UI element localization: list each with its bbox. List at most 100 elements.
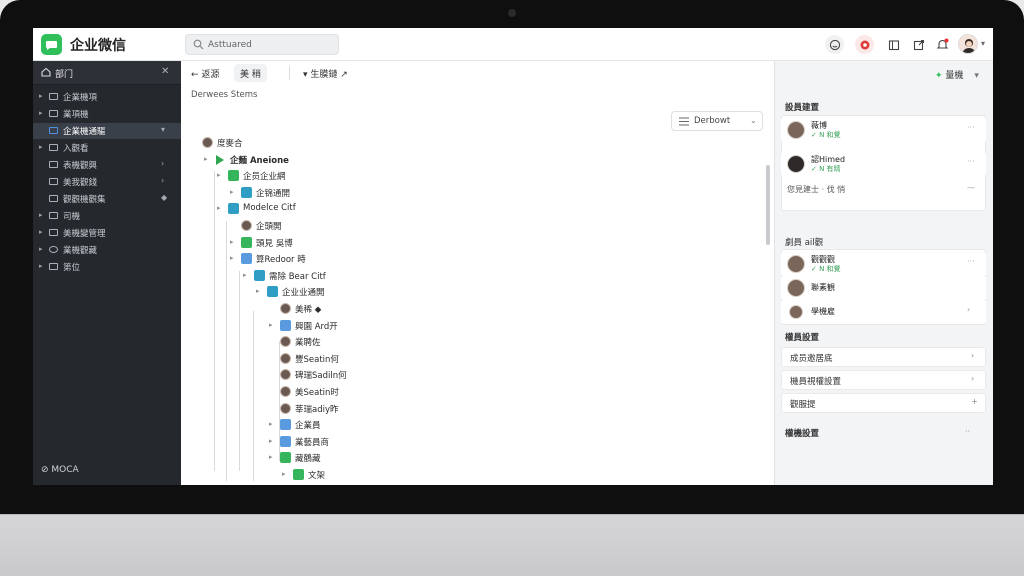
avatar	[280, 336, 291, 348]
sidebar-item[interactable]: ▸ 業機觀藏	[33, 242, 181, 258]
chevron-right-icon: ▸	[39, 92, 43, 100]
sidebar-item[interactable]: 美我觀錢 ›	[33, 174, 181, 190]
tree-node[interactable]: ▸ 藏鶴藏	[269, 450, 569, 466]
collapse-icon[interactable]: —	[967, 183, 975, 192]
tree-node[interactable]: ▸ Modelce Citf	[217, 201, 517, 217]
tree-node[interactable]: ▸ 需除 Bear Citf	[243, 268, 543, 284]
expand-toggle-icon[interactable]: ▸	[217, 204, 225, 212]
tree-node[interactable]: ▸ 文架	[282, 467, 582, 483]
tree-node[interactable]: ▸ 企業員	[269, 417, 569, 433]
close-icon[interactable]: ✕	[161, 66, 169, 77]
chevron-down-icon: ⌄	[750, 116, 757, 125]
search-input[interactable]	[208, 37, 333, 52]
expand-toggle-icon[interactable]: ▸	[256, 287, 264, 295]
tree-node[interactable]: 企頭開	[230, 218, 530, 234]
bell-icon[interactable]	[933, 35, 952, 54]
tree-guide-line	[239, 271, 240, 471]
expand-toggle-icon[interactable]: ▸	[269, 453, 277, 461]
sidebar-item[interactable]: 表機觀興 ›	[33, 157, 181, 173]
expand-toggle-icon[interactable]: ▸	[230, 238, 238, 246]
view-dropdown[interactable]: Derbowt ⌄	[671, 111, 763, 131]
expand-toggle-icon[interactable]: ▸	[217, 171, 225, 179]
avatar	[280, 352, 291, 364]
sidebar-item[interactable]: ▸ 企業機項	[33, 89, 181, 105]
tree-node-label: 度麥合	[217, 139, 243, 149]
section-footer[interactable]: 您見建士 · 伐 悄 —	[781, 181, 986, 197]
tree-node[interactable]: ▸ 算Redoor 時	[230, 251, 530, 267]
calendar-icon[interactable]	[884, 35, 903, 54]
sidebar-item[interactable]: ▸ 入觀看	[33, 140, 181, 156]
more-icon[interactable]: ···	[967, 123, 975, 132]
sidebar-item-active[interactable]: 企業機通驅 ▾	[33, 123, 181, 139]
user-avatar[interactable]	[958, 34, 978, 54]
sidebar-footer[interactable]: ⊘ MOCA	[41, 465, 79, 475]
avatar	[280, 303, 291, 314]
tree-node[interactable]: 美Seatin时	[269, 384, 569, 400]
member-row[interactable]: 觀觀觀 ✓ N 和覺 ···	[781, 253, 986, 275]
expand-toggle-icon[interactable]: ▸	[230, 254, 238, 262]
back-button[interactable]: ← 返源	[185, 64, 225, 82]
folder-icon	[49, 110, 58, 117]
expand-toggle-icon[interactable]: ▸	[282, 470, 290, 478]
chevron-right-icon[interactable]: ›	[967, 305, 970, 314]
sidebar-header: 部门 ✕	[33, 61, 181, 85]
avatar	[280, 402, 291, 414]
main-toolbar: ← 返源 美 稍 ▾ 生膜鏈 ↗	[181, 61, 774, 85]
chevron-right-icon: ▸	[39, 143, 43, 151]
more-icon[interactable]: ···	[967, 157, 975, 166]
view-button[interactable]: 美 稍	[234, 64, 267, 82]
tree-node[interactable]: 豐Seatin何	[269, 351, 569, 367]
more-icon[interactable]: ··	[965, 427, 970, 436]
expand-toggle-icon[interactable]: ▸	[204, 155, 212, 163]
settings-row[interactable]: 機員視權設置 ›	[781, 370, 986, 390]
expand-toggle-icon[interactable]: ▸	[230, 188, 238, 196]
record-icon[interactable]	[855, 35, 874, 54]
tree-node[interactable]: ▸ 興園 Ard开	[269, 318, 569, 334]
expand-toggle-icon[interactable]: ▸	[269, 321, 277, 329]
emoji-icon[interactable]	[825, 35, 844, 54]
sidebar-item[interactable]: ▸ 業項機	[33, 106, 181, 122]
tree-node[interactable]: ▸ 企锦通開	[230, 185, 530, 201]
tree-node[interactable]: 碑瑞Sadiln何	[269, 367, 569, 383]
tree-node[interactable]: 莘瑞adiy昨	[269, 401, 569, 417]
chevron-down-icon[interactable]: ▾	[981, 39, 985, 48]
folder-icon	[241, 253, 252, 265]
sidebar-item[interactable]: ▸ 司機	[33, 208, 181, 224]
folder-icon	[49, 178, 58, 185]
member-row[interactable]: 薇博 ✓ N 和覺 ···	[781, 119, 986, 141]
tree-node[interactable]: ▸ 企业业通開	[256, 284, 556, 300]
tree-node-label: 莘瑞adiy昨	[295, 404, 339, 415]
tree-node[interactable]: 度麥合	[191, 135, 491, 151]
search-box[interactable]	[185, 34, 339, 55]
tree-node[interactable]: ▸ 企员企业網	[217, 168, 517, 184]
tree-node[interactable]: 美稀 ◆	[269, 301, 569, 317]
avatar	[787, 255, 805, 273]
settings-row[interactable]: 觀服提 +	[781, 393, 986, 413]
tree-guide-line	[279, 341, 280, 461]
chevron-right-icon: ▸	[39, 228, 43, 236]
settings-row[interactable]: 成员邀居底 ›	[781, 347, 986, 367]
tree-node[interactable]: ▸ 企麵 Aneione	[204, 152, 504, 168]
tree-node[interactable]: ▸ 頭見 吳博	[230, 235, 530, 251]
expand-toggle-icon[interactable]: ▸	[269, 420, 277, 428]
tree-node-label: 美稀 ◆	[295, 305, 322, 315]
tree-node[interactable]: ▸ 業藝員商	[269, 434, 569, 450]
expand-toggle-icon[interactable]: ▸	[243, 271, 251, 279]
member-row[interactable]: 聯素観	[781, 277, 986, 299]
member-row[interactable]: 學機雇 ›	[781, 301, 986, 323]
expand-toggle-icon[interactable]: ▸	[269, 437, 277, 445]
diamond-icon: ◆	[161, 193, 168, 202]
share-icon[interactable]	[909, 35, 928, 54]
sidebar-item[interactable]: ▸ 美機變管理	[33, 225, 181, 241]
tree-node[interactable]: 畫變電折	[282, 484, 582, 485]
tree-node[interactable]: 業聘佐	[269, 334, 569, 350]
sidebar-title: 部门	[55, 70, 74, 80]
sidebar-item[interactable]: 觀觀機觀集 ◆	[33, 191, 181, 207]
more-icon[interactable]: ···	[967, 257, 975, 266]
scrollbar[interactable]	[766, 165, 770, 245]
member-row[interactable]: 認Himed ✓ N 有晴 ···	[781, 153, 986, 175]
panel-menu[interactable]: ✦ 量機 ▾	[935, 68, 979, 81]
sidebar-item[interactable]: ▸ 第位	[33, 259, 181, 275]
chevron-right-icon: ›	[161, 176, 165, 185]
expand-button[interactable]: ▾ 生膜鏈 ↗	[297, 64, 354, 82]
